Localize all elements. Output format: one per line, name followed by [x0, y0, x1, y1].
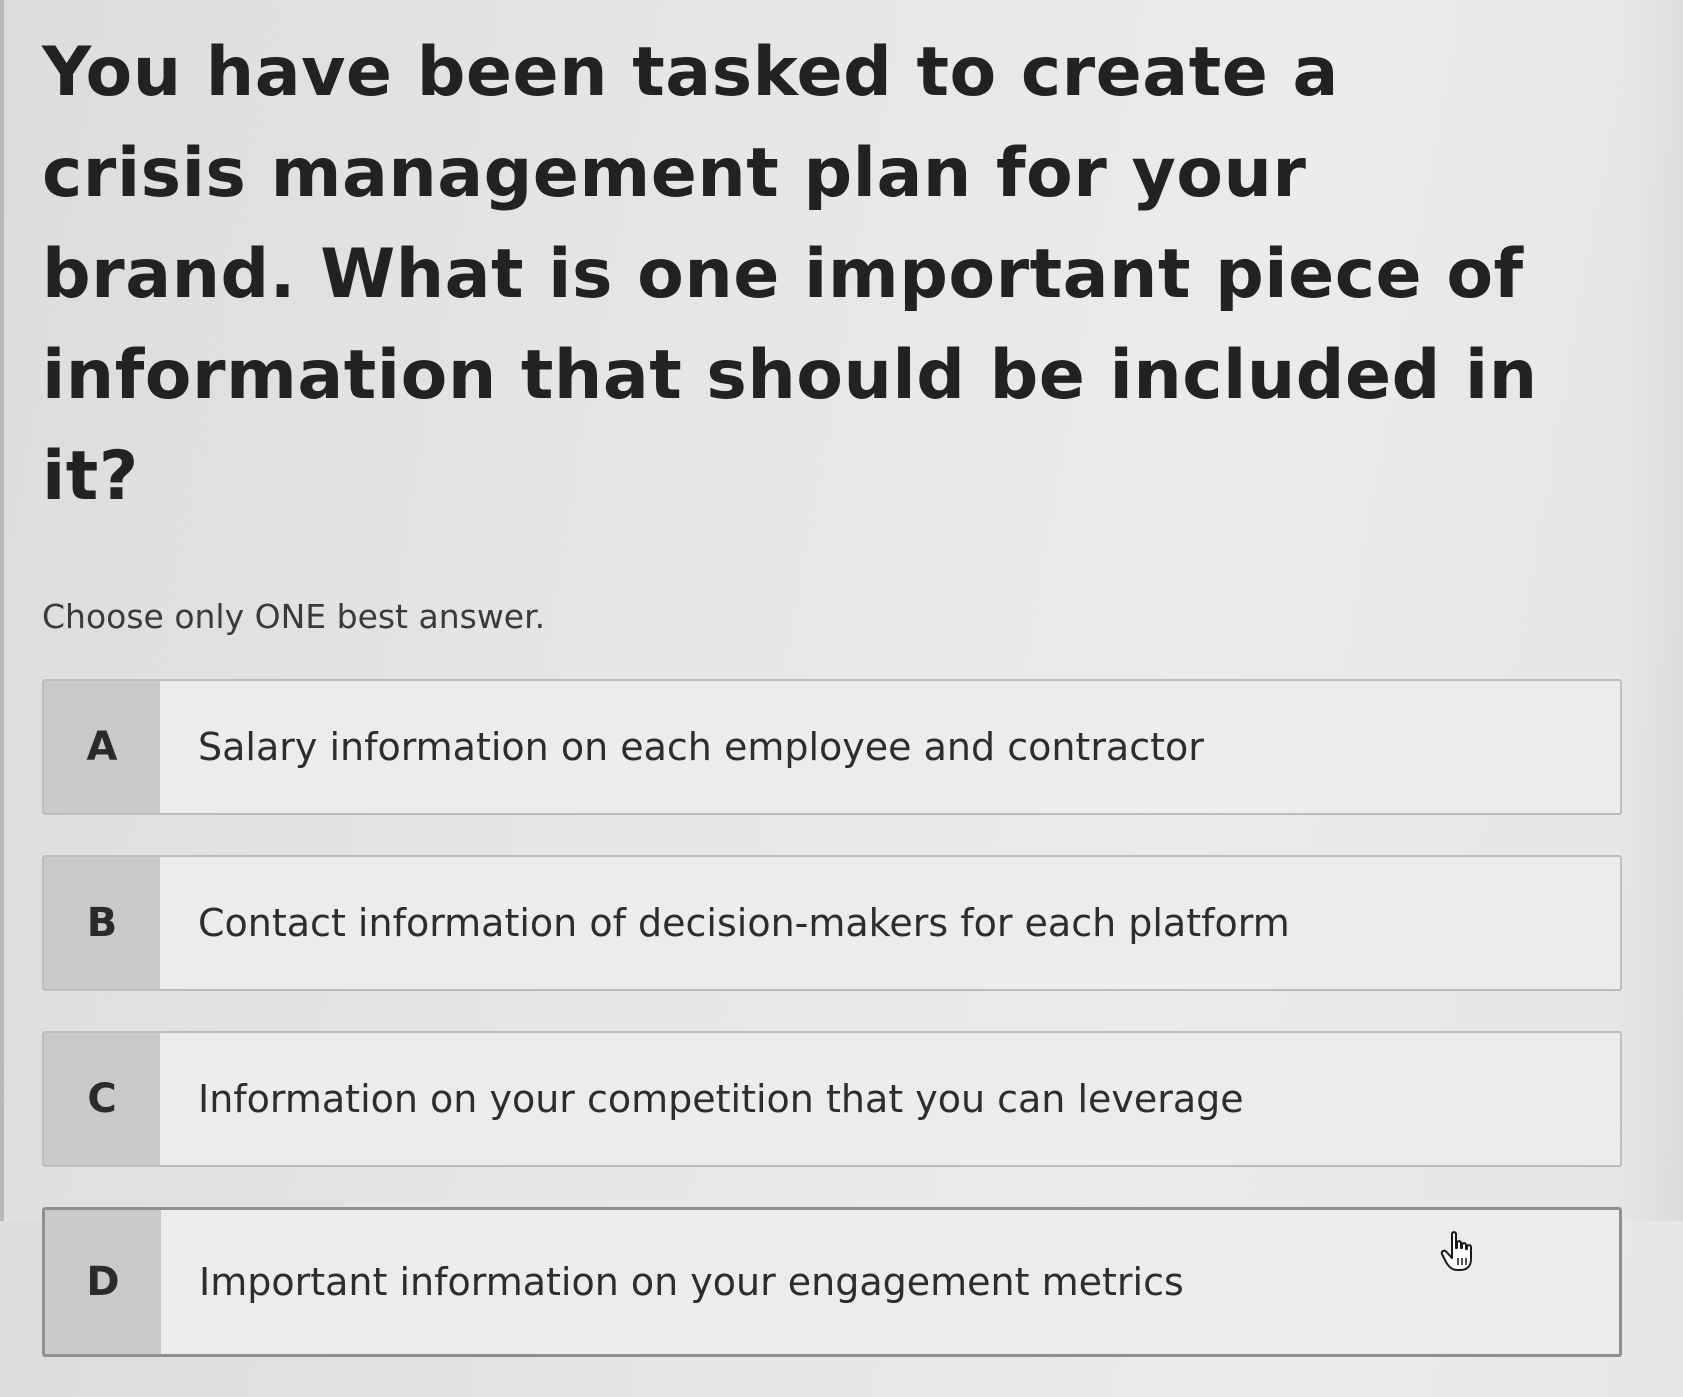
answer-options: A Salary information on each employee an…	[42, 679, 1632, 1357]
option-text-a: Salary information on each employee and …	[198, 725, 1204, 769]
quiz-question-panel: You have been tasked to create a crisis …	[42, 22, 1632, 1397]
hand-pointer-icon	[1440, 1231, 1472, 1271]
screen-left-edge	[0, 0, 4, 1221]
question-text: You have been tasked to create a crisis …	[42, 33, 1538, 516]
option-text-b: Contact information of decision-makers f…	[198, 901, 1290, 945]
answer-option-b[interactable]: B Contact information of decision-makers…	[42, 855, 1622, 991]
option-text-d-wrap: Important information on your engagement…	[161, 1210, 1619, 1354]
option-letter-a: A	[44, 681, 160, 813]
answer-instruction: Choose only ONE best answer.	[42, 597, 546, 636]
option-letter-c: C	[44, 1033, 160, 1165]
option-text-c: Information on your competition that you…	[198, 1077, 1244, 1121]
option-text-d: Important information on your engagement…	[199, 1260, 1184, 1304]
option-letter-b: B	[44, 857, 160, 989]
answer-option-c[interactable]: C Information on your competition that y…	[42, 1031, 1622, 1167]
option-letter-d: D	[45, 1210, 161, 1354]
screen-right-shade	[1623, 0, 1683, 1221]
answer-option-a[interactable]: A Salary information on each employee an…	[42, 679, 1622, 815]
answer-option-d[interactable]: D Important information on your engageme…	[42, 1207, 1622, 1357]
